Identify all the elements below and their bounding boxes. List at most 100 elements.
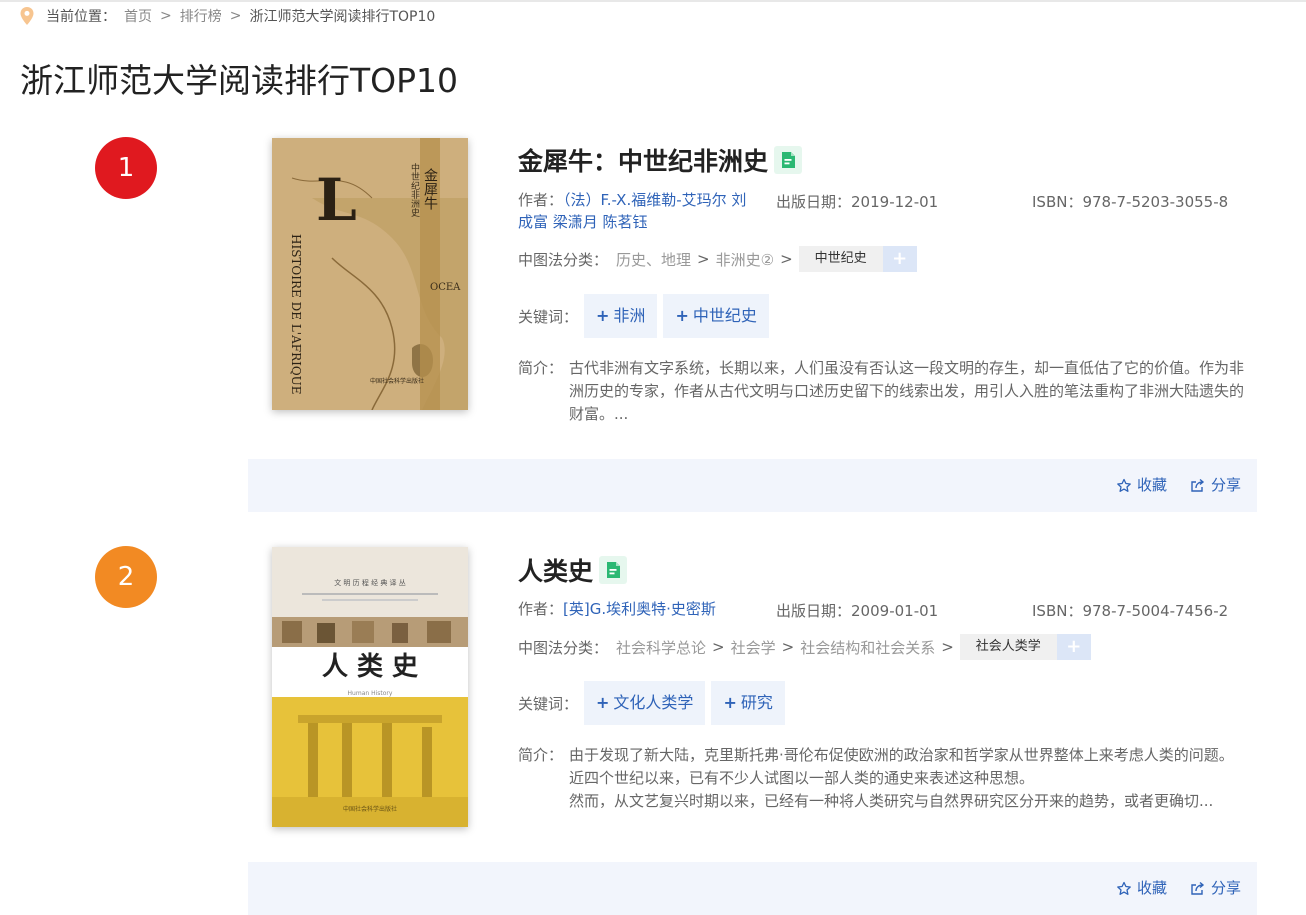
pub-date-value: 2019-12-01 — [851, 193, 939, 211]
summary-block: 简介： 古代非洲有文字系统，长期以来，人们虽没有否认这一段文明的存生，却一直低估… — [518, 357, 1248, 426]
share-label: 分享 — [1211, 879, 1242, 897]
keyword-text: 中世纪史 — [692, 306, 757, 325]
cover-publisher: 中国社会科学出版社 — [370, 377, 424, 385]
isbn-value: 978-7-5004-7456-2 — [1082, 602, 1229, 620]
cover-map-label: OCEA — [430, 282, 461, 293]
keyword-chip[interactable]: + 研究 — [711, 681, 785, 725]
cover-series: 文 明 历 程 经 典 译 丛 — [334, 578, 406, 587]
breadcrumb-current: 浙江师范大学阅读排行TOP10 — [249, 9, 436, 25]
plus-icon: + — [723, 693, 737, 712]
isbn-label: ISBN： — [1032, 602, 1083, 620]
star-icon — [1117, 478, 1131, 492]
keyword-text: 文化人类学 — [613, 693, 694, 712]
summary-text: 古代非洲有文字系统，长期以来，人们虽没有否认这一段文明的存生，却一直低估了它的价… — [569, 359, 1245, 423]
breadcrumb-separator: > — [160, 8, 172, 24]
star-icon — [1117, 881, 1131, 895]
ebook-icon[interactable] — [774, 146, 803, 174]
favorite-label: 收藏 — [1137, 879, 1168, 897]
book-cover[interactable]: L 金犀牛 中世纪非洲史 HISTOIRE DE L'AFRIQUE OCEA … — [272, 138, 468, 410]
top-divider — [0, 0, 1306, 2]
classification-item[interactable]: 历史、地理 — [616, 249, 691, 270]
classification-separator: > — [712, 638, 725, 656]
classification-separator: > — [697, 250, 710, 268]
breadcrumb-label: 当前位置： — [46, 9, 116, 25]
favorite-label: 收藏 — [1137, 476, 1168, 494]
keywords-row: 关键词： + 非洲 + 中世纪史 — [518, 294, 769, 338]
classification-add-button[interactable]: + — [1056, 634, 1091, 660]
plus-icon: + — [596, 693, 610, 712]
breadcrumb: 当前位置： 首页 > 排行榜 > 浙江师范大学阅读排行TOP10 — [20, 6, 435, 26]
classification-separator: > — [780, 250, 793, 268]
book-title[interactable]: 金犀牛：中世纪非洲史 — [518, 142, 803, 178]
classification-item[interactable]: 社会学 — [731, 637, 776, 658]
summary-label: 简介： — [518, 746, 564, 764]
favorite-button[interactable]: 收藏 — [1116, 862, 1167, 915]
book-cover-image: L 金犀牛 中世纪非洲史 HISTOIRE DE L'AFRIQUE OCEA … — [272, 138, 468, 410]
cover-subtitle-vertical: 中世纪非洲史 — [409, 162, 420, 218]
breadcrumb-home-link[interactable]: 首页 — [124, 6, 152, 26]
keyword-text: 研究 — [740, 693, 773, 712]
isbn-value: 978-7-5203-3055-8 — [1082, 193, 1229, 211]
classification-label: 中图法分类： — [518, 250, 609, 269]
isbn-label: ISBN： — [1032, 193, 1083, 211]
plus-icon: + — [675, 306, 689, 325]
action-bar: 收藏 分享 — [248, 459, 1257, 512]
author-field: 作者：（法）F.-X.福维勒-艾玛尔 刘成富 梁潇月 陈茗钰 — [518, 189, 753, 233]
classification-add-button[interactable]: + — [882, 246, 917, 272]
share-button[interactable]: 分享 — [1190, 459, 1241, 512]
classification-separator: > — [781, 638, 795, 656]
author-label: 作者： — [518, 600, 564, 618]
keywords-row: 关键词： + 文化人类学 + 研究 — [518, 681, 785, 725]
isbn-field: ISBN：978-7-5203-3055-8 — [1032, 191, 1228, 212]
breadcrumb-separator: > — [229, 8, 242, 24]
author-field: 作者：[英]G.埃利奥特·史密斯 — [518, 598, 778, 620]
summary-text: 由于发现了新大陆，克里斯托弗·哥伦布促使欧洲的政治家和哲学家从世界整体上来考虑人… — [569, 746, 1234, 810]
book-cover-image: 文 明 历 程 经 典 译 丛 人 类 史 Human History 中国社会… — [272, 547, 468, 827]
classification-item[interactable]: 社会科学总论 — [616, 637, 706, 658]
cover-publisher: 中国社会科学出版社 — [343, 805, 397, 813]
share-icon — [1191, 478, 1205, 492]
cover-english: Human History — [348, 690, 393, 697]
pub-date-label: 出版日期： — [776, 193, 852, 211]
breadcrumb-ranking-link[interactable]: 排行榜 — [180, 6, 222, 26]
pub-date-label: 出版日期： — [776, 602, 852, 620]
rank-badge: 1 — [95, 137, 157, 199]
author-label: 作者： — [518, 191, 564, 209]
cover-title-vertical: 金犀牛 — [422, 168, 438, 210]
keywords-label: 关键词： — [518, 694, 579, 713]
cover-letter: L — [316, 166, 357, 234]
share-label: 分享 — [1211, 476, 1242, 494]
favorite-button[interactable]: 收藏 — [1116, 459, 1167, 512]
pub-date-field: 出版日期：2009-01-01 — [776, 600, 938, 621]
share-button[interactable]: 分享 — [1190, 862, 1241, 915]
share-icon — [1191, 881, 1205, 895]
book-title[interactable]: 人类史 — [518, 552, 628, 588]
plus-icon: + — [596, 306, 610, 325]
keyword-chip[interactable]: + 中世纪史 — [663, 294, 769, 338]
classification-separator: > — [941, 638, 954, 656]
keyword-text: 非洲 — [613, 306, 646, 325]
book-title-text[interactable]: 金犀牛：中世纪非洲史 — [518, 142, 768, 178]
classification-item[interactable]: 社会结构和社会关系 — [800, 637, 935, 658]
keywords-label: 关键词： — [518, 307, 579, 326]
book-title-text[interactable]: 人类史 — [518, 552, 593, 588]
ebook-icon[interactable] — [599, 556, 628, 584]
classification-tag[interactable]: 社会人类学 — [959, 634, 1057, 660]
cover-title: 人 类 史 — [322, 652, 419, 682]
action-bar: 收藏 分享 — [248, 862, 1257, 915]
classification-tag[interactable]: 中世纪史 — [798, 246, 883, 272]
summary-block: 简介： 由于发现了新大陆，克里斯托弗·哥伦布促使欧洲的政治家和哲学家从世界整体上… — [518, 744, 1248, 813]
summary-label: 简介： — [518, 359, 564, 377]
location-pin-icon — [20, 7, 34, 25]
keyword-chip[interactable]: + 文化人类学 — [584, 681, 706, 725]
classification-item[interactable]: 非洲史② — [716, 249, 774, 270]
rank-badge: 2 — [95, 546, 157, 608]
classification-row: 中图法分类： 社会科学总论 > 社会学 > 社会结构和社会关系 > 社会人类学 … — [518, 634, 1091, 660]
book-cover[interactable]: 文 明 历 程 经 典 译 丛 人 类 史 Human History 中国社会… — [272, 547, 468, 827]
isbn-field: ISBN：978-7-5004-7456-2 — [1032, 600, 1228, 621]
author-link[interactable]: [英]G.埃利奥特·史密斯 — [563, 600, 716, 618]
cover-side-text: HISTOIRE DE L'AFRIQUE — [289, 234, 303, 395]
pub-date-field: 出版日期：2019-12-01 — [776, 191, 938, 212]
page-title: 浙江师范大学阅读排行TOP10 — [20, 61, 459, 100]
keyword-chip[interactable]: + 非洲 — [584, 294, 658, 338]
